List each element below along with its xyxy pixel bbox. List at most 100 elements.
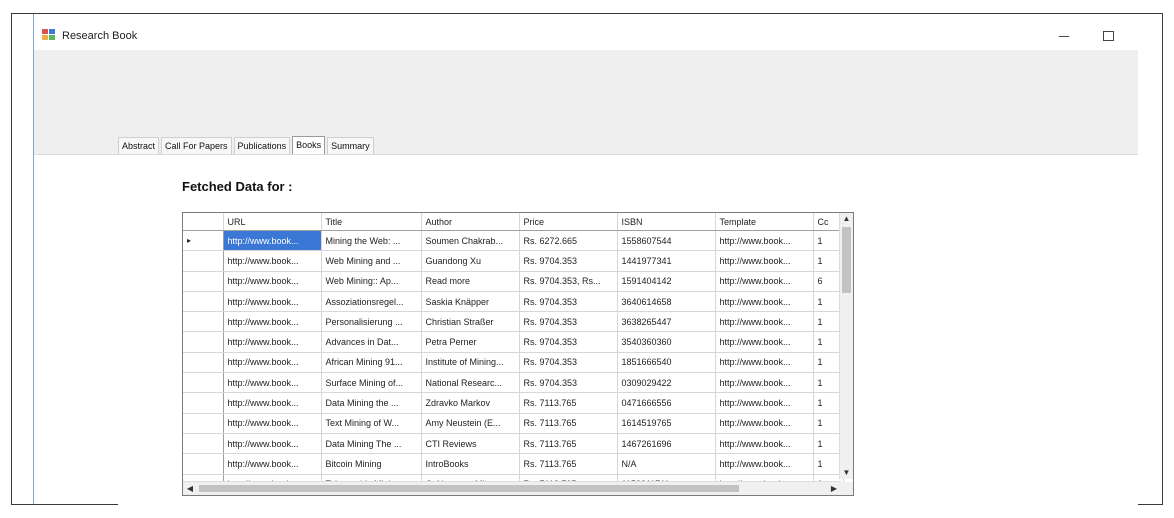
column-header-price[interactable]: Price [519, 213, 618, 231]
table-row[interactable]: http://www.book... Text Mining of W... Amy… [183, 413, 844, 434]
table-row[interactable]: http://www.book... Data Mining The ... CTI… [183, 433, 844, 455]
cell-price[interactable]: Rs. 9704.353, Rs... [519, 271, 618, 292]
cell-template[interactable]: http://www.book... [715, 291, 814, 313]
row-header[interactable] [183, 392, 224, 414]
cell-price[interactable]: Rs. 9704.353 [519, 352, 618, 374]
table-row[interactable]: http://www.book... Personalisierung ... Ch… [183, 311, 844, 333]
cell-price[interactable]: Rs. 9704.353 [519, 311, 618, 333]
cell-author[interactable]: Read more [421, 271, 520, 292]
row-header[interactable] [183, 433, 224, 455]
table-row[interactable]: http://www.book... Data Mining the ... Zdr… [183, 392, 844, 414]
cell-price[interactable]: Rs. 9704.353 [519, 250, 618, 272]
cell-price[interactable]: Rs. 7113.765 [519, 392, 618, 414]
cell-author[interactable]: Christian Straßer [421, 311, 520, 333]
cell-title[interactable]: Web Mining and ... [321, 250, 422, 272]
cell-isbn[interactable]: 3540360360 [617, 331, 716, 353]
cell-author[interactable]: Petra Perner [421, 331, 520, 353]
tab-abstract[interactable]: Abstract [118, 137, 160, 154]
cell-template[interactable]: http://www.book... [715, 352, 814, 374]
cell-template[interactable]: http://www.book... [715, 271, 814, 292]
table-row[interactable]: http://www.book... African Mining 91... In… [183, 352, 844, 374]
row-header[interactable] [183, 250, 224, 272]
maximize-button[interactable] [1094, 26, 1122, 46]
cell-title[interactable]: Text Mining of W... [321, 413, 422, 434]
cell-url[interactable]: http://www.book... [223, 433, 322, 455]
cell-author[interactable]: Institute of Mining... [421, 352, 520, 374]
cell-price[interactable]: Rs. 9704.353 [519, 331, 618, 353]
cell-author[interactable]: CTI Reviews [421, 433, 520, 455]
row-header[interactable] [183, 372, 224, 394]
vertical-scroll-thumb[interactable] [842, 227, 851, 293]
vertical-scrollbar[interactable]: ▲ ▼ [839, 213, 853, 479]
cell-title[interactable]: Advances in Dat... [321, 331, 422, 353]
cell-author[interactable]: IntroBooks [421, 453, 520, 475]
cell-template[interactable]: http://www.book... [715, 372, 814, 394]
cell-isbn[interactable]: 1591404142 [617, 271, 716, 292]
cell-title[interactable]: Data Mining the ... [321, 392, 422, 414]
tab-summary[interactable]: Summary [327, 137, 374, 154]
row-header[interactable] [183, 291, 224, 313]
cell-isbn[interactable]: 0471666556 [617, 392, 716, 414]
table-row[interactable]: ▸ http://www.book... Mining the Web: ... So… [183, 230, 844, 252]
cell-isbn[interactable]: 3638265447 [617, 311, 716, 333]
cell-price[interactable]: Rs. 7113.765 [519, 453, 618, 475]
cell-url[interactable]: http://www.book... [223, 291, 322, 313]
row-header[interactable] [183, 453, 224, 475]
tab-books[interactable]: Books [292, 136, 326, 155]
cell-isbn[interactable]: 1467261696 [617, 433, 716, 455]
cell-price[interactable]: Rs. 9704.353 [519, 291, 618, 313]
cell-price[interactable]: Rs. 7113.765 [519, 413, 618, 434]
scroll-right-icon[interactable]: ▶ [827, 482, 841, 495]
cell-author[interactable]: Zdravko Markov [421, 392, 520, 414]
row-header[interactable] [183, 311, 224, 333]
cell-template[interactable]: http://www.book... [715, 311, 814, 333]
cell-title[interactable]: Mining the Web: ... [321, 230, 422, 252]
horizontal-scroll-thumb[interactable] [199, 485, 739, 492]
cell-template[interactable]: http://www.book... [715, 453, 814, 475]
row-header[interactable] [183, 352, 224, 374]
scroll-left-icon[interactable]: ◀ [183, 482, 197, 495]
cell-isbn[interactable]: 1851666540 [617, 352, 716, 374]
row-header[interactable] [183, 413, 224, 434]
title-bar[interactable]: Research Book [34, 22, 1138, 50]
cell-author[interactable]: Saskia Knäpper [421, 291, 520, 313]
cell-url[interactable]: http://www.book... [223, 230, 322, 252]
table-row[interactable]: http://www.book... Assoziationsregel... Sa… [183, 291, 844, 313]
column-header-url[interactable]: URL [223, 213, 322, 231]
cell-title[interactable]: Surface Mining of... [321, 372, 422, 394]
tab-call-for-papers[interactable]: Call For Papers [161, 137, 232, 154]
scroll-down-icon[interactable]: ▼ [840, 467, 853, 479]
row-header[interactable]: ▸ [183, 230, 224, 252]
minimize-button[interactable] [1050, 26, 1078, 46]
scroll-up-icon[interactable]: ▲ [840, 213, 853, 225]
cell-price[interactable]: Rs. 6272.665 [519, 230, 618, 252]
table-row[interactable]: http://www.book... Bitcoin Mining IntroBoo… [183, 453, 844, 475]
cell-url[interactable]: http://www.book... [223, 372, 322, 394]
cell-author[interactable]: Amy Neustein (E... [421, 413, 520, 434]
cell-title[interactable]: Bitcoin Mining [321, 453, 422, 475]
cell-author[interactable]: Soumen Chakrab... [421, 230, 520, 252]
cell-isbn[interactable]: N/A [617, 453, 716, 475]
cell-url[interactable]: http://www.book... [223, 311, 322, 333]
table-row[interactable]: http://www.book... Web Mining:: Ap... Read… [183, 271, 844, 292]
cell-url[interactable]: http://www.book... [223, 413, 322, 434]
table-row[interactable]: http://www.book... Advances in Dat... Petr… [183, 331, 844, 353]
cell-template[interactable]: http://www.book... [715, 230, 814, 252]
table-row[interactable]: http://www.book... Web Mining and ... Guan… [183, 250, 844, 272]
table-row[interactable]: http://www.book... Surface Mining of... Na… [183, 372, 844, 394]
row-header[interactable] [183, 271, 224, 292]
cell-title[interactable]: Web Mining:: Ap... [321, 271, 422, 292]
cell-template[interactable]: http://www.book... [715, 392, 814, 414]
column-header-author[interactable]: Author [421, 213, 520, 231]
cell-title[interactable]: African Mining 91... [321, 352, 422, 374]
cell-isbn[interactable]: 1441977341 [617, 250, 716, 272]
cell-isbn[interactable]: 1614519765 [617, 413, 716, 434]
cell-title[interactable]: Personalisierung ... [321, 311, 422, 333]
cell-price[interactable]: Rs. 7113.765 [519, 433, 618, 455]
cell-isbn[interactable]: 3640614658 [617, 291, 716, 313]
cell-isbn[interactable]: 0309029422 [617, 372, 716, 394]
horizontal-scrollbar[interactable]: ◀ ▶ [183, 481, 841, 495]
cell-url[interactable]: http://www.book... [223, 392, 322, 414]
books-data-grid[interactable]: URL Title Author Price ISBN Template Cc … [182, 212, 854, 496]
tab-publications[interactable]: Publications [233, 137, 291, 154]
